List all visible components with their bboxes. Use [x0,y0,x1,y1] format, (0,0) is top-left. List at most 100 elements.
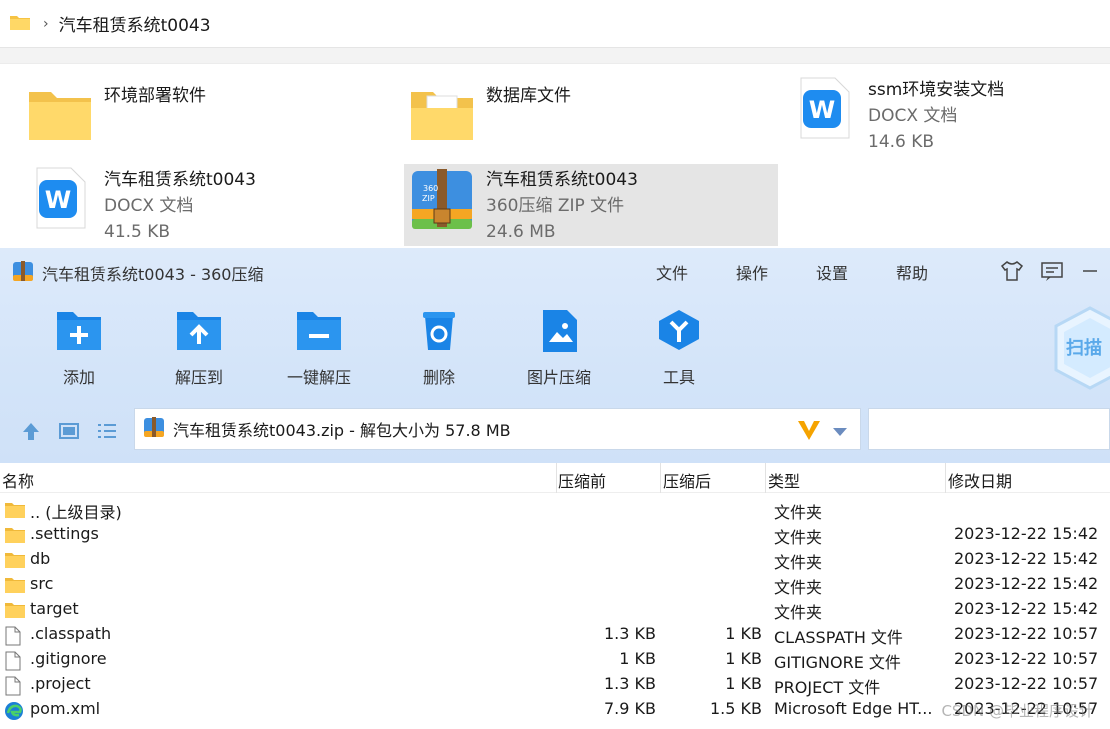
row-date: 2023-12-22 10:57 [954,649,1099,668]
add-icon [55,308,103,356]
svg-text:W: W [45,186,71,214]
row-name: .settings [30,524,99,543]
window-title-bar[interactable]: 汽车租赁系统t0043 - 360压缩 [12,260,263,286]
file-list: .. (上级目录) 文件夹 .settings 文件夹 2023-12-22 1… [0,498,1110,723]
menu-operation[interactable]: 操作 [712,260,792,284]
row-date: 2023-12-22 15:42 [954,549,1099,568]
file-name: 汽车租赁系统t0043 [486,170,638,190]
row-name: .. (上级目录) [30,503,122,522]
one-click-extract-button[interactable]: 一键解压 [264,308,374,388]
row-type: 文件夹 [774,603,823,622]
column-size[interactable]: 压缩前 [558,468,606,492]
delete-icon [415,308,463,356]
up-arrow-icon[interactable] [20,420,42,446]
add-button[interactable]: 添加 [24,308,134,388]
row-packed: 1 KB [725,674,762,693]
window-controls [1000,260,1100,286]
row-name: src [30,574,54,593]
table-row[interactable]: .settings 文件夹 2023-12-22 15:42 [0,523,1110,548]
thumbnail-view-icon[interactable] [58,420,80,446]
watermark: CSDN @毕业程序设计 [941,702,1094,720]
column-type[interactable]: 类型 [768,468,800,492]
file-name: 汽车租赁系统t0043 [104,170,256,190]
row-type: 文件夹 [774,578,823,597]
svg-text:360: 360 [423,184,438,193]
skin-icon[interactable] [1000,260,1024,286]
file-type: 360压缩 ZIP 文件 [486,196,625,216]
file-tile[interactable]: W ssm环境安装文档 DOCX 文档 14.6 KB [790,74,1108,156]
delete-button[interactable]: 删除 [384,308,494,388]
menu-settings[interactable]: 设置 [792,260,872,284]
file-icon [4,626,22,650]
row-size: 7.9 KB [604,699,656,718]
table-row[interactable]: target 文件夹 2023-12-22 15:42 [0,598,1110,623]
row-packed: 1 KB [725,649,762,668]
row-date: 2023-12-22 10:57 [954,624,1099,643]
row-name: .project [30,674,91,693]
feedback-icon[interactable] [1040,260,1064,286]
table-row[interactable]: .. (上级目录) 文件夹 [0,498,1110,523]
menu-file[interactable]: 文件 [632,260,712,284]
svg-text:W: W [809,96,835,124]
tool-label: 图片压缩 [526,368,591,387]
row-date: 2023-12-22 10:57 [954,674,1099,693]
path-row: 汽车租赁系统t0043.zip - 解包大小为 57.8 MB [0,406,1110,456]
file-icon [4,676,22,700]
row-packed: 1 KB [725,624,762,643]
image-compress-icon [535,308,583,356]
row-type: CLASSPATH 文件 [774,628,903,647]
extract-to-button[interactable]: 解压到 [144,308,254,388]
search-input[interactable] [868,408,1110,450]
window-title: 汽车租赁系统t0043 - 360压缩 [42,265,264,284]
column-date[interactable]: 修改日期 [948,468,1012,492]
tools-icon [655,308,703,356]
zip-window: 汽车租赁系统t0043 - 360压缩 文件 操作 设置 帮助 添加 解压到 一… [0,248,1110,729]
tools-button[interactable]: 工具 [624,308,734,388]
row-name: pom.xml [30,699,101,718]
column-packed[interactable]: 压缩后 [663,468,711,492]
file-tile[interactable]: 数据库文件 [408,80,768,162]
table-row[interactable]: .classpath 1.3 KB 1 KB CLASSPATH 文件 2023… [0,623,1110,648]
folder-icon [4,551,26,573]
breadcrumb[interactable]: 汽车租赁系统t0043 [59,11,211,36]
zip-app-icon [12,260,34,286]
file-tile[interactable]: 环境部署软件 [26,80,386,162]
folder-icon [4,501,26,523]
row-type: 文件夹 [774,553,823,572]
table-row[interactable]: db 文件夹 2023-12-22 15:42 [0,548,1110,573]
file-size: 41.5 KB [104,222,171,242]
tool-label: 一键解压 [286,368,351,387]
folder-icon [4,576,26,598]
row-size: 1.3 KB [604,674,656,693]
row-type: Microsoft Edge HT... [774,699,933,718]
scan-button[interactable]: 扫描 [1052,306,1110,390]
table-row[interactable]: .gitignore 1 KB 1 KB GITIGNORE 文件 2023-1… [0,648,1110,673]
image-compress-button[interactable]: 图片压缩 [504,308,614,388]
tool-label: 解压到 [174,368,223,387]
column-name[interactable]: 名称 [2,468,34,492]
file-tile-selected[interactable]: 360 ZIP 汽车租赁系统t0043 360压缩 ZIP 文件 24.6 MB [404,164,778,246]
row-packed: 1.5 KB [710,699,762,718]
chevron-down-icon[interactable] [832,423,848,442]
v-logo-icon [796,418,822,446]
table-row[interactable]: src 文件夹 2023-12-22 15:42 [0,573,1110,598]
tool-label: 添加 [62,368,95,387]
table-row[interactable]: .project 1.3 KB 1 KB PROJECT 文件 2023-12-… [0,673,1110,698]
menu-bar: 文件 操作 设置 帮助 [632,260,952,284]
row-type: GITIGNORE 文件 [774,653,901,672]
list-view-icon[interactable] [96,420,118,446]
explorer-address-bar[interactable]: › 汽车租赁系统t0043 [0,0,1110,48]
row-type: PROJECT 文件 [774,678,881,697]
row-size: 1 KB [619,649,656,668]
row-size: 1.3 KB [604,624,656,643]
path-bar[interactable]: 汽车租赁系统t0043.zip - 解包大小为 57.8 MB [134,408,861,450]
zip-file-icon [143,416,165,442]
minimize-icon[interactable] [1080,260,1100,286]
file-name: 环境部署软件 [104,86,206,106]
file-tile[interactable]: W 汽车租赁系统t0043 DOCX 文档 41.5 KB [26,164,386,246]
archive-path: 汽车租赁系统t0043.zip - 解包大小为 57.8 MB [173,421,511,440]
one-click-extract-icon [295,308,343,356]
tool-label: 工具 [662,368,695,387]
svg-text:ZIP: ZIP [422,194,435,203]
menu-help[interactable]: 帮助 [872,260,952,284]
